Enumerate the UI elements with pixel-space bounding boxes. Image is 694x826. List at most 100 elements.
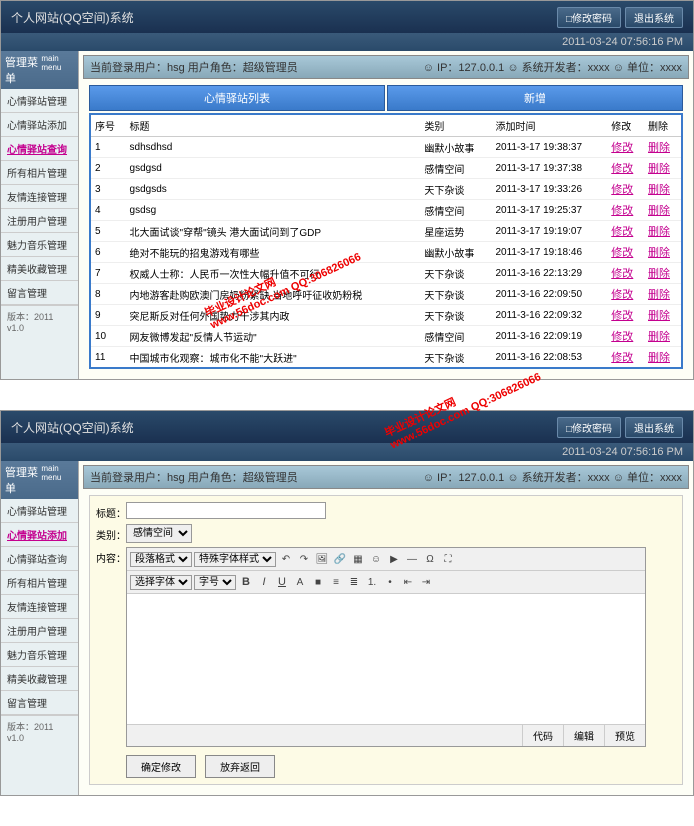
align-left-icon[interactable]: ≡ [328,574,344,590]
col-type: 类别 [420,114,491,137]
edit-link[interactable]: 修改 [611,352,633,364]
image-icon[interactable]: 🖼 [314,551,330,567]
sidebar-item[interactable]: 心情驿站添加 [1,523,78,547]
edit-link[interactable]: 修改 [611,184,633,196]
table-row: 10网友微博发起"反情人节运动"感情空间2011-3-16 22:09:19修改… [90,326,682,347]
align-center-icon[interactable]: ≣ [346,574,362,590]
editor-toolbar-2: 选择字体 字号 B I U A ■ ≡ ≣ 1. • ⇤ ⇥ [127,571,645,594]
type-select[interactable]: 感情空间 [126,524,192,543]
cancel-button[interactable]: 放弃返回 [205,755,275,778]
edit-link[interactable]: 修改 [611,163,633,175]
symbol-icon[interactable]: Ω [422,551,438,567]
sidebar-item[interactable]: 精美收藏管理 [1,667,78,691]
underline-icon[interactable]: U [274,574,290,590]
fullscreen-icon[interactable]: ⛶ [440,551,456,567]
edit-link[interactable]: 修改 [611,331,633,343]
paragraph-select[interactable]: 段落格式 [130,552,192,567]
main-area: 当前登录用户：hsg 用户角色：超级管理员 ☺ IP：127.0.0.1 ☺ 系… [79,51,693,379]
sidebar-item[interactable]: 注册用户管理 [1,209,78,233]
sidebar-item[interactable]: 留言管理 [1,281,78,305]
info-bar: 当前登录用户：hsg 用户角色：超级管理员 ☺ IP：127.0.0.1 ☺ 系… [83,55,689,79]
indent-icon[interactable]: ⇥ [418,574,434,590]
bgcolor-icon[interactable]: ■ [310,574,326,590]
delete-link[interactable]: 删除 [648,352,670,364]
tab-add[interactable]: 新增 [387,85,683,111]
edit-link[interactable]: 修改 [611,226,633,238]
screen-list: 个人网站(QQ空间)系统 □修改密码 退出系统 2011-03-24 07:56… [0,0,694,380]
edit-link[interactable]: 修改 [611,205,633,217]
submit-button[interactable]: 确定修改 [126,755,196,778]
undo-icon[interactable]: ↶ [278,551,294,567]
edit-link[interactable]: 修改 [611,247,633,259]
editor-tab-code[interactable]: 代码 [522,725,563,746]
delete-link[interactable]: 删除 [648,310,670,322]
font-size-select[interactable]: 字号 [194,575,236,590]
change-password-button[interactable]: □修改密码 [557,417,621,438]
title-label: 标题： [96,502,126,520]
list-ol-icon[interactable]: 1. [364,574,380,590]
sidebar-item[interactable]: 精美收藏管理 [1,257,78,281]
sidebar-item[interactable]: 心情驿站查询 [1,137,78,161]
edit-link[interactable]: 修改 [611,142,633,154]
editor-textarea[interactable] [127,594,645,724]
exit-system-button[interactable]: 退出系统 [625,7,683,28]
sidebar-item[interactable]: 所有相片管理 [1,571,78,595]
header: 个人网站(QQ空间)系统 □修改密码 退出系统 [1,1,693,33]
sidebar-item[interactable]: 友情连接管理 [1,185,78,209]
change-password-button[interactable]: □修改密码 [557,7,621,28]
table-row: 2gsdgsd感情空间2011-3-17 19:37:38修改删除 [90,158,682,179]
editor-tab-preview[interactable]: 预览 [604,725,645,746]
table-row: 1sdhsdhsd幽默小故事2011-3-17 19:38:37修改删除 [90,137,682,158]
hr-icon[interactable]: — [404,551,420,567]
color-icon[interactable]: A [292,574,308,590]
system-info: ☺ IP：127.0.0.1 ☺ 系统开发者：xxxx ☺ 单位：xxxx [423,59,682,75]
delete-link[interactable]: 删除 [648,268,670,280]
edit-link[interactable]: 修改 [611,268,633,280]
delete-link[interactable]: 删除 [648,205,670,217]
outdent-icon[interactable]: ⇤ [400,574,416,590]
sidebar-version: 版本：2011 v1.0 [1,715,78,747]
sidebar-item[interactable]: 留言管理 [1,691,78,715]
edit-link[interactable]: 修改 [611,310,633,322]
sidebar-item[interactable]: 心情驿站管理 [1,499,78,523]
delete-link[interactable]: 删除 [648,247,670,259]
font-style-select[interactable]: 特殊字体样式 [194,552,276,567]
bold-icon[interactable]: B [238,574,254,590]
title-input[interactable] [126,502,326,519]
delete-link[interactable]: 删除 [648,226,670,238]
sidebar-item[interactable]: 心情驿站管理 [1,89,78,113]
sidebar-item[interactable]: 注册用户管理 [1,619,78,643]
table-row: 6绝对不能玩的招鬼游戏有哪些幽默小故事2011-3-17 19:18:46修改删… [90,242,682,263]
sidebar-item[interactable]: 魅力音乐管理 [1,643,78,667]
table-row: 4gsdsg感情空间2011-3-17 19:25:37修改删除 [90,200,682,221]
info-bar: 当前登录用户：hsg 用户角色：超级管理员 ☺ IP：127.0.0.1 ☺ 系… [83,465,689,489]
app-title: 个人网站(QQ空间)系统 [11,9,134,26]
edit-link[interactable]: 修改 [611,289,633,301]
delete-link[interactable]: 删除 [648,331,670,343]
sidebar-item[interactable]: 心情驿站添加 [1,113,78,137]
table-row: 5北大面试谈"穿帮"镜头 港大面试问到了GDP星座运势2011-3-17 19:… [90,221,682,242]
table-icon[interactable]: ▦ [350,551,366,567]
screen-form: 个人网站(QQ空间)系统 □修改密码 退出系统 2011-03-24 07:56… [0,410,694,796]
font-family-select[interactable]: 选择字体 [130,575,192,590]
tab-list[interactable]: 心情驿站列表 [89,85,385,111]
sidebar-item[interactable]: 友情连接管理 [1,595,78,619]
sidebar-version: 版本：2011 v1.0 [1,305,78,337]
delete-link[interactable]: 删除 [648,142,670,154]
delete-link[interactable]: 删除 [648,184,670,196]
delete-link[interactable]: 删除 [648,163,670,175]
redo-icon[interactable]: ↷ [296,551,312,567]
delete-link[interactable]: 删除 [648,289,670,301]
sidebar-item[interactable]: 心情驿站查询 [1,547,78,571]
editor-tab-edit[interactable]: 编辑 [563,725,604,746]
link-icon[interactable]: 🔗 [332,551,348,567]
emoji-icon[interactable]: ☺ [368,551,384,567]
table-row: 3gsdgsds天下杂谈2011-3-17 19:33:26修改删除 [90,179,682,200]
exit-system-button[interactable]: 退出系统 [625,417,683,438]
sidebar-item[interactable]: 所有相片管理 [1,161,78,185]
italic-icon[interactable]: I [256,574,272,590]
media-icon[interactable]: ▶ [386,551,402,567]
list-ul-icon[interactable]: • [382,574,398,590]
main-area: 当前登录用户：hsg 用户角色：超级管理员 ☺ IP：127.0.0.1 ☺ 系… [79,461,693,795]
sidebar-item[interactable]: 魅力音乐管理 [1,233,78,257]
